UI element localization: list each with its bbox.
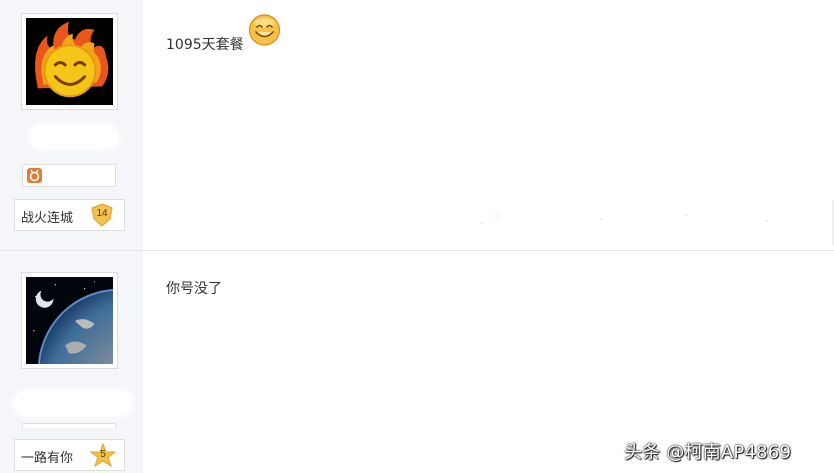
user-avatar[interactable] xyxy=(21,272,118,369)
earth-orbit-avatar-icon xyxy=(26,277,113,364)
member-badge-icon xyxy=(27,168,42,183)
level-badge: 5 xyxy=(89,442,117,469)
username-redacted xyxy=(12,389,134,417)
level-number: 5 xyxy=(100,449,106,460)
level-badge: 14 xyxy=(89,202,115,228)
level-number: 14 xyxy=(96,208,108,219)
forum-name-label: 一路有你 xyxy=(21,451,74,466)
post-content: 你号没了 xyxy=(166,281,222,297)
forum-name-badge[interactable]: 一路有你 5 xyxy=(14,439,125,471)
post-content: 1095天套餐 xyxy=(166,37,244,53)
forum-name-label: 战火连城 xyxy=(21,211,74,226)
member-badge-box xyxy=(22,164,116,187)
author-sidebar: 一路有你 5 xyxy=(0,251,143,473)
username-redacted xyxy=(28,124,120,150)
smiley-emoticon-icon xyxy=(248,14,281,46)
member-badge-box xyxy=(22,423,116,428)
author-sidebar: 战火连城 14 xyxy=(0,0,143,250)
flaming-smiley-avatar-icon xyxy=(26,18,113,105)
user-avatar[interactable] xyxy=(21,13,118,110)
forum-name-badge[interactable]: 战火连城 14 xyxy=(14,199,125,231)
post-1: 战火连城 14 1095天套餐 xyxy=(0,0,834,250)
watermark-text: 头条 @柯南AP4869 xyxy=(624,442,792,463)
